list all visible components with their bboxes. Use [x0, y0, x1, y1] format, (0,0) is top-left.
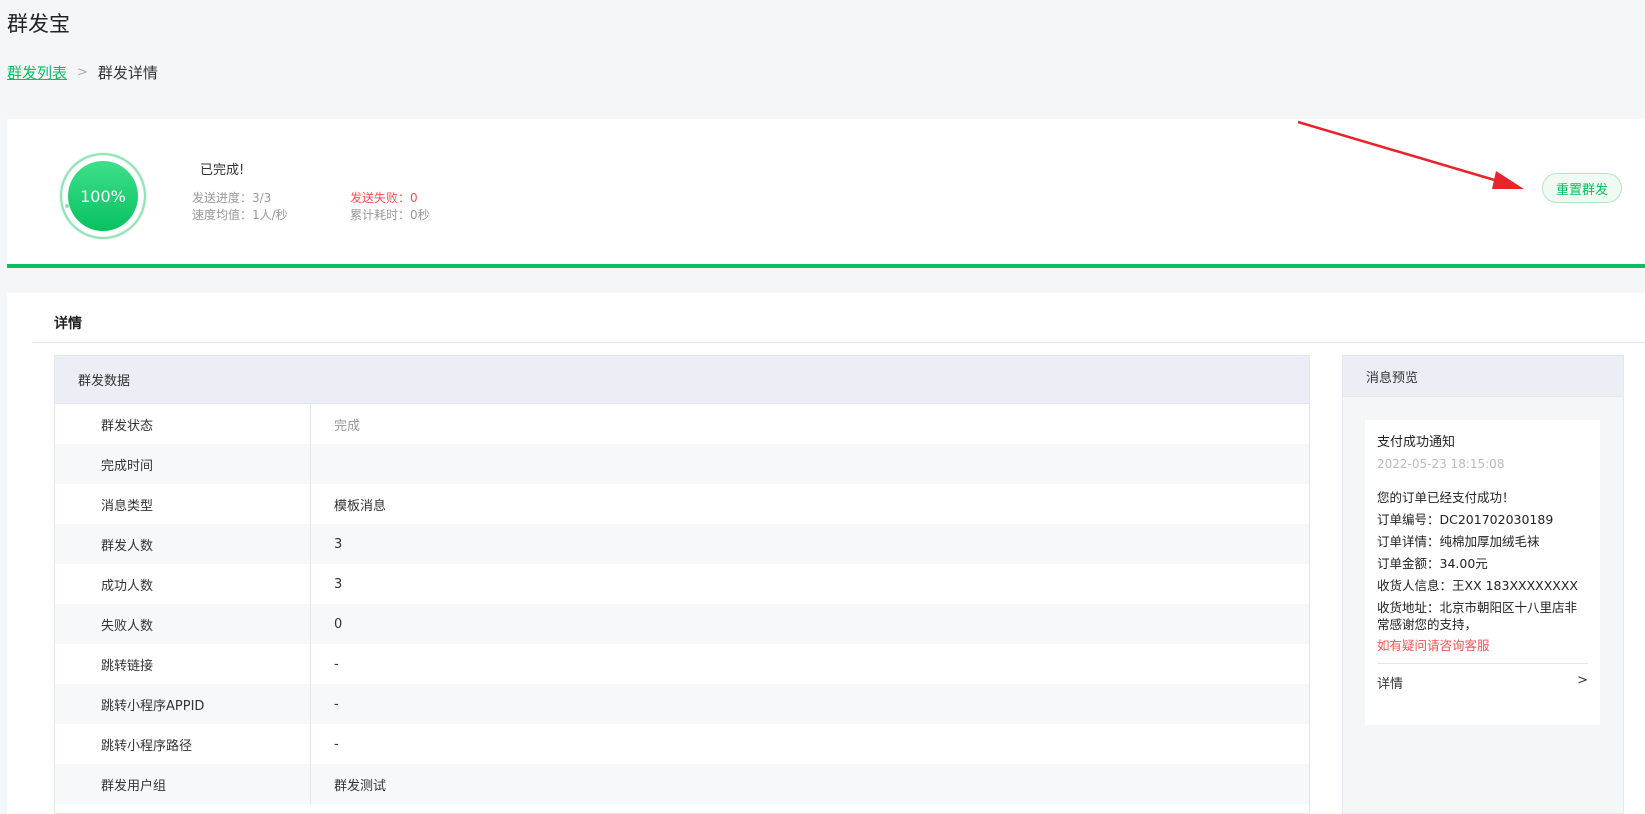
row-label: 群发状态: [55, 404, 311, 444]
message-detail-link[interactable]: 详情 >: [1377, 663, 1588, 692]
table-row: 跳转小程序APPID -: [55, 684, 1309, 724]
row-value: 群发测试: [334, 778, 387, 794]
detail-heading: 详情: [54, 316, 82, 332]
message-order-no: 订单编号：DC201702030189: [1377, 512, 1554, 527]
progress-percent: 100%: [80, 186, 126, 206]
status-title: 已完成!: [200, 163, 245, 178]
message-receiver: 收货人信息：王XX 183XXXXXXXX: [1377, 578, 1578, 593]
row-label: 跳转链接: [55, 644, 311, 684]
table-row: 完成时间: [55, 444, 1309, 484]
table-row: 失败人数 0: [55, 604, 1309, 644]
row-value: 完成: [334, 418, 361, 434]
message-body: 您的订单已经支付成功！ 订单编号：DC201702030189 订单详情：纯棉加…: [1377, 487, 1588, 657]
row-label: 跳转小程序APPID: [55, 684, 311, 724]
row-value: -: [334, 656, 339, 672]
average-speed: 速度均值：1人/秒: [192, 208, 288, 222]
row-value: -: [334, 696, 339, 712]
row-label: 完成时间: [55, 444, 311, 484]
reset-broadcast-button[interactable]: 重置群发: [1542, 173, 1622, 203]
data-table: 群发状态 完成 完成时间 消息类型 模板消息 群发人数 3 成功人数 3 失败人…: [55, 404, 1309, 804]
message-card: 支付成功通知 2022-05-23 18:15:08 您的订单已经支付成功！ 订…: [1365, 420, 1600, 725]
row-value: -: [334, 736, 339, 752]
row-label: 群发人数: [55, 524, 311, 564]
detail-card: 详情 群发数据 群发状态 完成 完成时间 消息类型 模板消息 群发人数 3 成功…: [7, 293, 1645, 814]
message-detail-label: 详情: [1377, 677, 1404, 692]
message-amount: 订单金额：34.00元: [1377, 556, 1488, 571]
row-label: 成功人数: [55, 564, 311, 604]
table-row: 跳转小程序路径 -: [55, 724, 1309, 764]
elapsed-time: 累计耗时：0秒: [350, 208, 430, 222]
table-row: 群发人数 3: [55, 524, 1309, 564]
summary-card: 100% 已完成! 发送进度：3/3 速度均值：1人/秒 发送失败：0 累计耗时…: [7, 119, 1645, 268]
message-title: 支付成功通知: [1377, 435, 1456, 450]
message-address: 收货地址：北京市朝阳区十八里店非常感谢您的支持，: [1377, 600, 1578, 632]
chevron-right-icon: >: [77, 65, 88, 80]
table-row: 消息类型 模板消息: [55, 484, 1309, 524]
data-panel-header: 群发数据: [55, 356, 1309, 404]
row-label: 跳转小程序路径: [55, 724, 311, 764]
row-value: 3: [334, 576, 343, 592]
message-contact-link[interactable]: 如有疑问请咨询客服: [1377, 635, 1588, 657]
table-row: 跳转链接 -: [55, 644, 1309, 684]
send-failed: 发送失败：0: [350, 191, 418, 205]
row-value: 模板消息: [334, 498, 387, 514]
breadcrumb: 群发列表 > 群发详情: [7, 62, 158, 83]
table-row: 群发用户组 群发测试: [55, 764, 1309, 804]
table-row: 成功人数 3: [55, 564, 1309, 604]
detail-divider: [32, 342, 1645, 343]
preview-header: 消息预览: [1343, 356, 1623, 397]
row-label: 群发用户组: [55, 764, 311, 804]
app-title: 群发宝: [7, 12, 70, 36]
broadcast-data-panel: 群发数据 群发状态 完成 完成时间 消息类型 模板消息 群发人数 3 成功人数 …: [54, 355, 1310, 814]
message-preview-panel: 消息预览 支付成功通知 2022-05-23 18:15:08 您的订单已经支付…: [1342, 355, 1624, 814]
send-progress: 发送进度：3/3: [192, 191, 272, 205]
row-value: 3: [334, 536, 343, 552]
message-order-detail: 订单详情：纯棉加厚加绒毛袜: [1377, 534, 1540, 549]
breadcrumb-current: 群发详情: [97, 64, 158, 82]
row-label: 消息类型: [55, 484, 311, 524]
progress-ring: 100%: [59, 152, 147, 240]
message-time: 2022-05-23 18:15:08: [1377, 457, 1505, 471]
chevron-right-icon: >: [1577, 673, 1588, 688]
message-greeting: 您的订单已经支付成功！: [1377, 490, 1515, 505]
row-value: 0: [334, 616, 343, 632]
row-label: 失败人数: [55, 604, 311, 644]
table-row: 群发状态 完成: [55, 404, 1309, 444]
breadcrumb-parent-link[interactable]: 群发列表: [7, 62, 67, 83]
